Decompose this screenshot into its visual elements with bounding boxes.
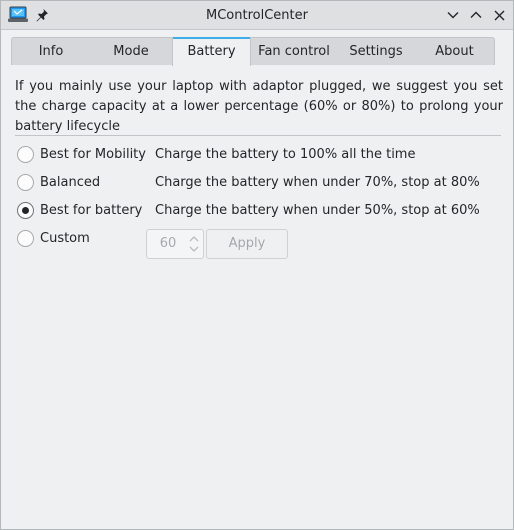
option-best-for-mobility[interactable]: Best for Mobility Charge the battery to … [17, 145, 497, 165]
tab-battery[interactable]: Battery [172, 37, 251, 66]
battery-intro-text: If you mainly use your laptop with adapt… [15, 79, 503, 134]
tab-info[interactable]: Info [12, 38, 90, 65]
option-label[interactable]: Best for Mobility [40, 145, 146, 165]
laptop-icon[interactable] [8, 6, 28, 24]
radio-best-for-mobility[interactable] [17, 146, 34, 163]
tab-mode[interactable]: Mode [90, 38, 172, 65]
divider [15, 135, 501, 136]
option-label[interactable]: Custom [40, 229, 90, 249]
chevron-down-icon [447, 12, 459, 19]
title-bar[interactable]: MControlCenter [1, 1, 513, 30]
apply-button[interactable]: Apply [206, 229, 288, 259]
battery-panel: If you mainly use your laptop with adapt… [11, 65, 505, 521]
option-best-for-battery[interactable]: Best for battery Charge the battery when… [17, 201, 497, 221]
tab-bar: Info Mode Battery Fan control Settings A… [11, 37, 495, 66]
custom-charge-spinbox[interactable]: 60 [146, 229, 204, 259]
tab-about[interactable]: About [415, 38, 494, 65]
option-label[interactable]: Best for battery [40, 201, 142, 221]
tab-fan-control[interactable]: Fan control [251, 38, 337, 65]
option-description: Charge the battery when under 70%, stop … [155, 175, 480, 190]
option-balanced[interactable]: Balanced Charge the battery when under 7… [17, 173, 497, 193]
minimize-button[interactable] [444, 6, 462, 24]
radio-balanced[interactable] [17, 174, 34, 191]
window-title: MControlCenter [206, 8, 308, 23]
close-button[interactable] [490, 6, 508, 24]
option-description: Charge the battery to 100% all the time [155, 147, 416, 162]
main-window: MControlCenter Info Mode Battery Fan con… [0, 0, 514, 530]
option-description: Charge the battery when under 50%, stop … [155, 203, 480, 218]
custom-charge-value: 60 [159, 236, 177, 251]
option-label[interactable]: Balanced [40, 173, 100, 193]
pin-icon[interactable] [34, 7, 50, 23]
chevron-up-icon [470, 11, 482, 18]
tab-settings[interactable]: Settings [337, 38, 415, 65]
maximize-button[interactable] [467, 6, 485, 24]
radio-custom[interactable] [17, 230, 34, 247]
spin-arrows-icon[interactable] [188, 234, 200, 254]
radio-best-for-battery[interactable] [17, 202, 34, 219]
close-icon [494, 10, 504, 20]
